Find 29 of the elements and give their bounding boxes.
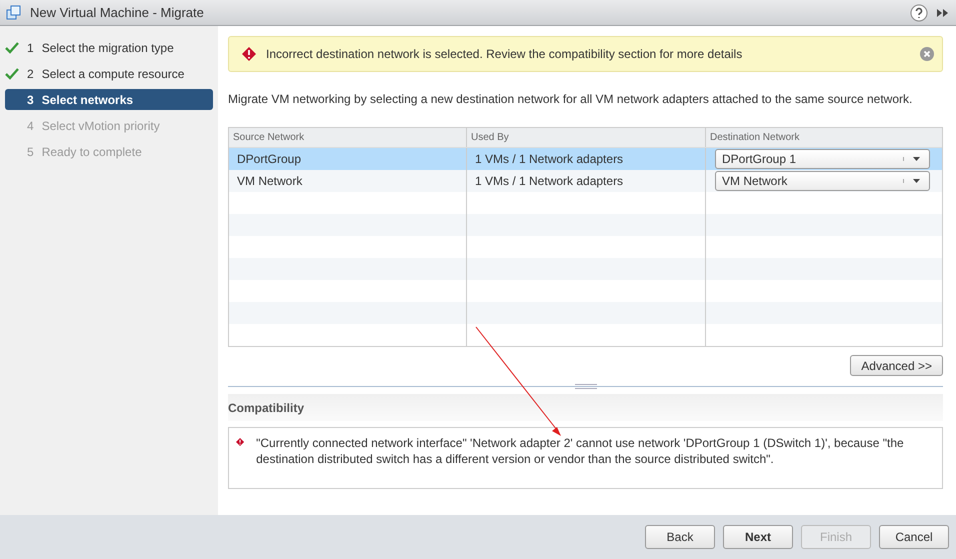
help-icon[interactable]: [910, 4, 928, 22]
window-stack-icon: [6, 4, 22, 20]
wizard-button[interactable]: Back: [645, 525, 715, 549]
close-icon[interactable]: [920, 47, 934, 61]
error-icon: [242, 47, 256, 61]
section-title: Compatibility: [228, 400, 304, 414]
wizard-button[interactable]: Cancel: [879, 525, 949, 549]
column-header[interactable]: Used By: [467, 128, 706, 147]
error-icon: [236, 435, 244, 449]
column-header[interactable]: Source Network: [229, 128, 467, 147]
network-dropdown[interactable]: DPortGroup 1: [715, 149, 930, 169]
table-row[interactable]: DPortGroup 1 VMs / 1 Network adapters DPortGroup 1: [229, 148, 942, 170]
table-cell: 1 VMs / 1 Network adapters: [475, 174, 624, 188]
wizard-step[interactable]: 3 Select networks: [5, 89, 213, 110]
table-row[interactable]: VM Network 1 VMs / 1 Network adapters VM Network: [229, 170, 942, 192]
table-cell: VM Network: [237, 174, 302, 188]
column-header[interactable]: Destination Network: [706, 128, 942, 147]
wizard-step[interactable]: 2 Select a compute resource: [5, 63, 213, 84]
table-cell: 1 VMs / 1 Network adapters: [475, 152, 624, 166]
table-cell: DPortGroup: [237, 152, 302, 166]
compatibility-message: "Currently connected network interface" 'Network adapter 2' cannot use network 'DPortGroup 1 (DSwitch 1)', because "the destination distributed switch has a different version or vendor than the source distributed switch".: [256, 435, 905, 467]
network-dropdown[interactable]: VM Network: [715, 171, 930, 191]
advanced-button[interactable]: Advanced >>: [850, 355, 943, 376]
description-text: Migrate VM networking by selecting a new destination network for all VM network adapters attached to the same source network.: [228, 92, 914, 106]
wizard-step[interactable]: 1 Select the migration type: [5, 37, 213, 58]
warning-message: Incorrect destination network is selected. Review the compatibility section for more details: [266, 47, 742, 61]
wizard-button[interactable]: Next: [723, 525, 793, 549]
expand-icon[interactable]: [936, 6, 950, 18]
window-title: New Virtual Machine - Migrate: [30, 5, 204, 20]
